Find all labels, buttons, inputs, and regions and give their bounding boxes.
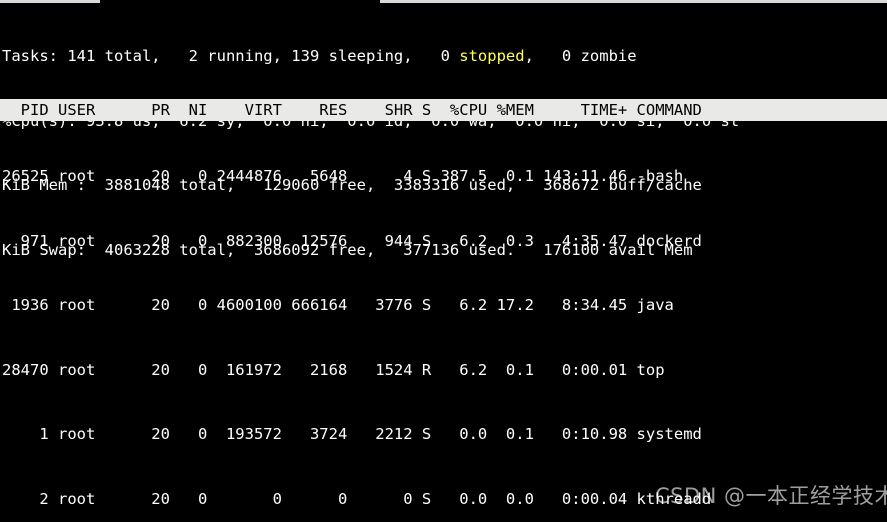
table-row[interactable]: 971 root 20 0 882300 12576 944 S 6.2 0.3… [2, 231, 887, 253]
process-table-header[interactable]: PID USER PR NI VIRT RES SHR S %CPU %MEM … [0, 99, 887, 121]
terminal-window[interactable]: Tasks: 141 total, 2 running, 139 sleepin… [0, 0, 887, 522]
table-row[interactable]: 2 root 20 0 0 0 0 S 0.0 0.0 0:00.04 kthr… [2, 489, 887, 511]
tasks-summary-prefix: Tasks: 141 total, 2 running, 139 sleepin… [2, 47, 460, 65]
tasks-summary-line: Tasks: 141 total, 2 running, 139 sleepin… [2, 46, 887, 68]
tasks-stopped-highlight: stopped [459, 47, 525, 65]
tasks-summary-suffix: , 0 zombie [524, 47, 637, 65]
table-row[interactable]: 28470 root 20 0 161972 2168 1524 R 6.2 0… [2, 360, 887, 382]
table-row[interactable]: 26525 root 20 0 2444876 5648 4 S 387.5 0… [2, 166, 887, 188]
process-table-body: 26525 root 20 0 2444876 5648 4 S 387.5 0… [2, 123, 887, 522]
table-row[interactable]: 1936 root 20 0 4600100 666164 3776 S 6.2… [2, 295, 887, 317]
table-row[interactable]: 1 root 20 0 193572 3724 2212 S 0.0 0.1 0… [2, 424, 887, 446]
